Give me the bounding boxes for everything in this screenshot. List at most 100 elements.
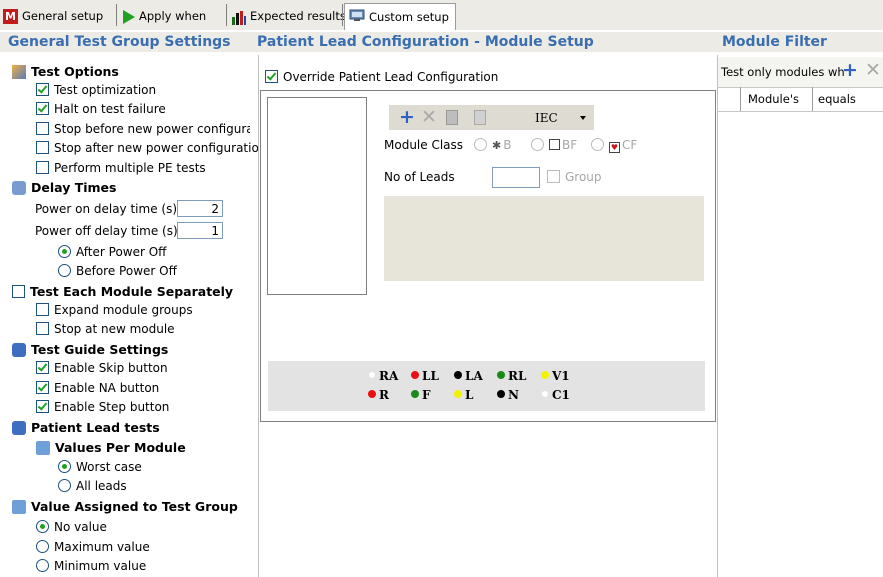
radio-label: Minimum value	[54, 559, 147, 573]
module-list[interactable]	[267, 97, 367, 295]
tab-expected-results[interactable]: Expected results	[232, 5, 346, 27]
checkbox	[36, 102, 49, 115]
checkbox-label: Perform multiple PE tests	[54, 161, 206, 175]
class-cf-radio[interactable]: ♥ CF	[591, 138, 637, 153]
no-value-radio[interactable]: No value	[36, 520, 107, 534]
radio-label: Before Power Off	[76, 264, 177, 278]
power-off-delay-input[interactable]: 1	[177, 222, 223, 239]
radio-label: Worst case	[76, 460, 142, 474]
enable-na-checkbox[interactable]: Enable NA button	[36, 381, 159, 395]
override-lead-config-checkbox[interactable]: Override Patient Lead Configuration	[265, 70, 498, 84]
group-title: Patient Lead tests	[31, 420, 160, 435]
tab-label: General setup	[22, 9, 104, 23]
power-on-delay-label: Power on delay time (s)	[35, 202, 178, 216]
lead-label: L	[465, 388, 474, 402]
halt-on-failure-checkbox[interactable]: Halt on test failure	[36, 102, 166, 116]
tab-custom-setup[interactable]: Custom setup	[344, 3, 456, 30]
after-power-off-radio[interactable]: After Power Off	[58, 245, 166, 259]
test-optimization-checkbox[interactable]: Test optimization	[36, 83, 156, 97]
stop-after-power-checkbox[interactable]: Stop after new power configuration	[36, 141, 266, 155]
maximum-value-radio[interactable]: Maximum value	[36, 540, 150, 554]
module-class-label: Module Class	[384, 138, 464, 152]
standard-select-value: IEC	[535, 111, 558, 125]
checkbox-label: Expand module groups	[54, 303, 193, 317]
group-title: Delay Times	[31, 180, 117, 195]
radio-label: B	[503, 138, 512, 152]
class-bf-radio[interactable]: BF	[531, 138, 577, 152]
test-options-group: Test Options	[12, 64, 119, 79]
lead-f: F	[411, 388, 431, 402]
move-up-icon[interactable]	[446, 110, 458, 125]
checkbox-label: Group	[565, 170, 602, 184]
module-filter-header: Module Filter	[718, 32, 883, 52]
tab-divider	[226, 4, 227, 26]
bf-symbol-icon	[549, 139, 560, 150]
test-each-module-separately-checkbox[interactable]: Test Each Module Separately	[12, 284, 233, 299]
stop-at-new-module-checkbox[interactable]: Stop at new module	[36, 322, 175, 336]
book-icon	[12, 421, 26, 435]
checkbox-label: Stop after new power configuration	[54, 141, 267, 155]
lead-label: LL	[422, 369, 439, 383]
checkbox	[36, 141, 49, 154]
delete-icon[interactable]: ✕	[421, 107, 437, 127]
checkbox	[36, 161, 49, 174]
tab-apply-when[interactable]: Apply when	[123, 5, 206, 27]
checkbox-label: Stop at new module	[54, 322, 175, 336]
worst-case-radio[interactable]: Worst case	[58, 460, 142, 474]
move-down-icon[interactable]	[474, 110, 486, 125]
values-per-module-group: Values Per Module	[36, 440, 186, 455]
checkbox	[36, 400, 49, 413]
lead-l: L	[454, 388, 473, 402]
expand-module-groups-checkbox[interactable]: Expand module groups	[36, 303, 193, 317]
lead-ll: LL	[411, 369, 439, 383]
standard-select[interactable]: IEC	[526, 108, 592, 128]
no-of-leads-input[interactable]	[492, 167, 540, 188]
delay-times-group: Delay Times	[12, 180, 116, 195]
enable-step-checkbox[interactable]: Enable Step button	[36, 400, 169, 414]
radio	[58, 479, 71, 492]
checkbox	[265, 70, 278, 83]
lead-dot-icon	[454, 390, 462, 398]
radio	[474, 138, 487, 151]
remove-filter-icon[interactable]: ✕	[865, 60, 881, 80]
checkbox	[36, 83, 49, 96]
column-header-equals[interactable]: equals	[818, 92, 856, 106]
tab-general-setup[interactable]: M General setup	[3, 5, 103, 27]
lead-label: RA	[379, 369, 399, 383]
checkbox	[36, 303, 49, 316]
lead-dot-icon	[497, 371, 505, 379]
column-header-module[interactable]: Module's	[748, 92, 799, 106]
checkbox-label: Override Patient Lead Configuration	[283, 70, 499, 84]
power-on-delay-input[interactable]: 2	[177, 200, 223, 217]
filter-description: Test only modules wh	[721, 65, 845, 79]
radio-label: BF	[562, 138, 578, 152]
m-logo-icon: M	[3, 9, 18, 24]
heart-icon: ♥	[609, 142, 620, 153]
class-b-radio[interactable]: ✱ B	[474, 138, 511, 152]
lead-label: LA	[465, 369, 483, 383]
lead-dot-icon	[454, 371, 462, 379]
radio	[58, 460, 71, 473]
test-guide-settings-group: Test Guide Settings	[12, 342, 168, 357]
radio-label: After Power Off	[76, 245, 167, 259]
group-checkbox[interactable]: Group	[547, 170, 602, 184]
group-title: Test Options	[31, 64, 119, 79]
folder-icon	[36, 441, 50, 455]
lead-label: R	[379, 388, 389, 402]
minimum-value-radio[interactable]: Minimum value	[36, 559, 146, 573]
add-filter-icon[interactable]: +	[842, 60, 858, 80]
radio-label: CF	[622, 138, 638, 152]
multiple-pe-tests-checkbox[interactable]: Perform multiple PE tests	[36, 161, 206, 175]
stop-before-power-checkbox[interactable]: Stop before new power configuration	[36, 122, 250, 136]
power-off-delay-label: Power off delay time (s)	[35, 224, 178, 238]
before-power-off-radio[interactable]: Before Power Off	[58, 264, 177, 278]
radio	[58, 245, 71, 258]
all-leads-radio[interactable]: All leads	[58, 479, 127, 493]
lead-label: V1	[552, 369, 570, 383]
tab-label: Expected results	[250, 9, 346, 23]
module-filter-panel	[718, 55, 883, 577]
add-icon[interactable]: +	[399, 107, 415, 127]
checkbox	[12, 285, 25, 298]
checkbox-label: Enable Step button	[54, 400, 170, 414]
enable-skip-checkbox[interactable]: Enable Skip button	[36, 361, 168, 375]
